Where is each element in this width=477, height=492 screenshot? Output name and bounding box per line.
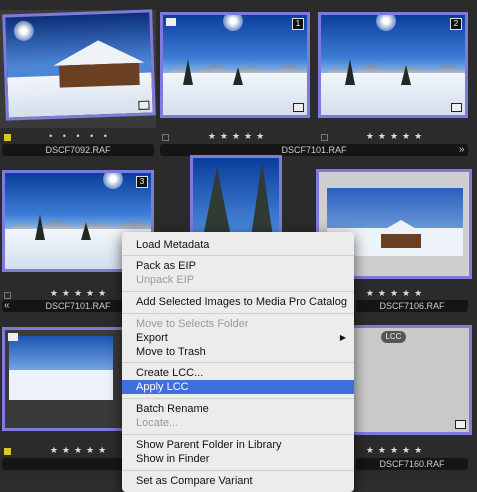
color-label-checkbox[interactable] [4, 134, 11, 141]
rating-stars[interactable]: ★★★★★ [40, 445, 120, 457]
thumbnail-image[interactable] [190, 155, 282, 240]
menu-item-show-parent-folder[interactable]: Show Parent Folder in Library [122, 438, 354, 452]
menu-separator [122, 470, 354, 471]
camera-icon [8, 333, 18, 341]
menu-item-batch-rename[interactable]: Batch Rename [122, 402, 354, 416]
rating-dots[interactable]: • • • • • [40, 131, 120, 143]
cabin [381, 232, 421, 248]
stack-count-badge: 3 [136, 176, 148, 188]
color-label-checkbox[interactable] [4, 448, 11, 455]
chevron-left-icon[interactable]: « [4, 300, 10, 311]
lcc-badge: LCC [381, 331, 406, 343]
menu-separator [122, 398, 354, 399]
rating-stars[interactable]: ★★★★★ [356, 288, 436, 300]
menu-separator [122, 313, 354, 314]
rating-stars[interactable]: ★★★★★ [198, 131, 278, 143]
menu-item-show-in-finder[interactable]: Show in Finder [122, 452, 354, 466]
thumbnail-image[interactable]: 1 [160, 12, 310, 118]
mini-icon [138, 100, 150, 110]
menu-item-add-to-media-pro[interactable]: Add Selected Images to Media Pro Catalog [122, 295, 354, 309]
mini-icon [451, 103, 462, 112]
filename-caption: DSCF7092.RAF [2, 144, 154, 156]
menu-item-set-compare-variant[interactable]: Set as Compare Variant [122, 474, 354, 488]
chevron-right-icon[interactable]: » [459, 144, 465, 155]
context-menu: Load Metadata Pack as EIP Unpack EIP Add… [122, 232, 354, 492]
color-label-checkbox[interactable] [321, 134, 328, 141]
menu-item-pack-as-eip[interactable]: Pack as EIP [122, 259, 354, 273]
menu-item-move-to-trash[interactable]: Move to Trash [122, 345, 354, 359]
rating-stars[interactable]: ★★★★★ [356, 445, 436, 457]
camera-icon [166, 18, 176, 26]
menu-item-export[interactable]: Export ▶ [122, 331, 354, 345]
menu-item-locate: Locate... [136, 417, 179, 429]
color-label-checkbox[interactable] [4, 292, 11, 299]
filename-caption: DSCF7160.RAF [356, 458, 468, 470]
rating-stars[interactable]: ★★★★★ [356, 131, 436, 143]
color-label-checkbox[interactable] [162, 134, 169, 141]
menu-separator [122, 434, 354, 435]
submenu-arrow-icon: ▶ [339, 333, 346, 342]
mini-icon [455, 420, 466, 429]
thumbnail-image[interactable] [2, 9, 156, 121]
rating-stars[interactable]: ★★★★★ [40, 288, 120, 300]
menu-separator [122, 255, 354, 256]
menu-item-move-to-selects: Move to Selects Folder [136, 318, 249, 330]
menu-item-unpack-eip: Unpack EIP [136, 274, 195, 286]
menu-item-create-lcc[interactable]: Create LCC... [122, 366, 354, 380]
menu-separator [122, 291, 354, 292]
stack-count-badge: 2 [450, 18, 462, 30]
thumbnail-image[interactable]: 2 [318, 12, 468, 118]
menu-item-load-metadata[interactable]: Load Metadata [122, 238, 354, 252]
menu-separator [122, 362, 354, 363]
filename-caption: DSCF7106.RAF [356, 300, 468, 312]
mini-icon [293, 103, 304, 112]
menu-item-apply-lcc[interactable]: Apply LCC [122, 380, 354, 394]
stack-count-badge: 1 [292, 18, 304, 30]
menu-item-label: Export [136, 332, 168, 344]
